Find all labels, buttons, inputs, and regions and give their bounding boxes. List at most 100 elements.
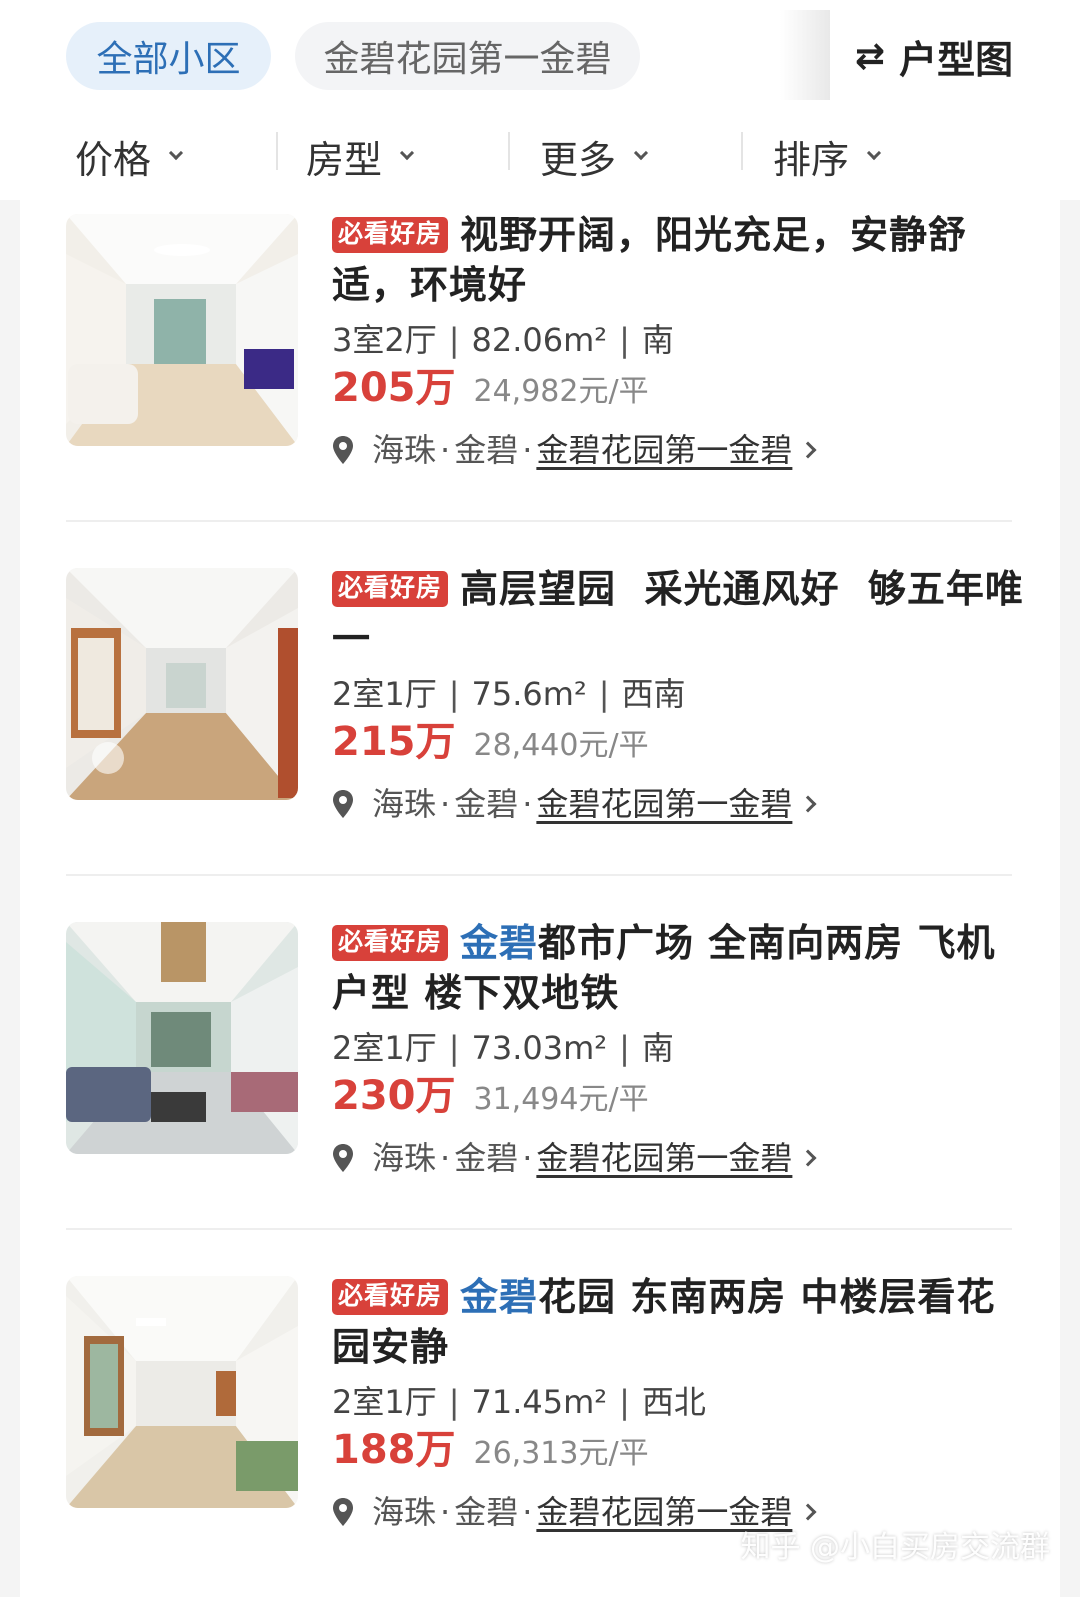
listing-info: 必看好房 金碧花园 东南两房 中楼层看花园安静 2室1厅 | 71.45m² | 西北 1… [332, 1272, 1032, 1536]
filter-price[interactable]: 价格 [75, 128, 184, 184]
title-highlight: 金碧 [460, 1275, 539, 1319]
listing-divider [66, 1228, 1012, 1230]
listing-title: 必看好房 视野开阔，阳光充足，安静舒适，环境好 [332, 210, 1032, 310]
filter-more-label: 更多 [540, 137, 617, 182]
swap-arrows-icon: ⇄ [855, 35, 886, 77]
floor-area: 73.03m² [471, 1029, 608, 1067]
location-row: 海珠 · 金碧 · 金碧花园第一金碧 [332, 780, 1032, 828]
chevron-down-icon [399, 145, 415, 161]
area-name: 金碧 [454, 1493, 519, 1531]
scroll-fade [780, 10, 830, 100]
chevron-down-icon [168, 145, 184, 161]
filter-price-label: 价格 [75, 137, 152, 182]
room-layout: 2室1厅 [332, 1383, 437, 1421]
area-name: 金碧 [454, 785, 519, 823]
listing-info: 必看好房 金碧都市广场 全南向两房 飞机户型 楼下双地铁 2室1厅 | 73.03m²… [332, 918, 1032, 1182]
listing-photo[interactable] [66, 214, 298, 446]
filter-divider [741, 132, 743, 170]
district: 海珠 [372, 785, 437, 823]
location-pin-icon [333, 436, 353, 464]
separator-dot: · [522, 1493, 533, 1531]
chevron-right-icon [799, 441, 817, 459]
floor-area: 75.6m² [471, 675, 587, 713]
spec-divider: | [598, 675, 610, 713]
listing-title: 必看好房 高层望园 采光通风好 够五年唯一 [332, 564, 1032, 664]
district: 海珠 [372, 431, 437, 469]
filter-more[interactable]: 更多 [540, 128, 649, 184]
orientation: 南 [641, 321, 674, 359]
tab-community[interactable]: 金碧花园第一金碧 [295, 22, 640, 90]
tab-all-communities[interactable]: 全部小区 [66, 22, 271, 90]
unit-price: 28,440元/平 [473, 728, 649, 763]
separator-dot: · [440, 785, 451, 823]
listing-specs: 2室1厅 | 71.45m² | 西北 [332, 1380, 1032, 1424]
area-name: 金碧 [454, 1139, 519, 1177]
community-link[interactable]: 金碧花园第一金碧 [536, 1134, 792, 1182]
orientation: 西南 [621, 675, 686, 713]
price-row: 215万 28,440元/平 [332, 718, 1032, 774]
chevron-down-icon [633, 145, 649, 161]
listing-card[interactable]: 必看好房 视野开阔，阳光充足，安静舒适，环境好 3室2厅 | 82.06m² | 南 20… [0, 200, 1080, 548]
listing-divider [66, 874, 1012, 876]
listing-info: 必看好房 视野开阔，阳光充足，安静舒适，环境好 3室2厅 | 82.06m² | 南 20… [332, 210, 1032, 474]
district: 海珠 [372, 1139, 437, 1177]
location-pin-icon [333, 1144, 353, 1172]
spec-divider: | [448, 321, 460, 359]
listing-photo[interactable] [66, 922, 298, 1154]
chevron-down-icon [866, 145, 882, 161]
total-price: 215万 [332, 719, 456, 765]
price-row: 205万 24,982元/平 [332, 364, 1032, 420]
unit-price: 31,494元/平 [473, 1082, 649, 1117]
area-name: 金碧 [454, 431, 519, 469]
floor-plan-button[interactable]: ⇄ 户型图 [855, 22, 1013, 90]
must-see-badge: 必看好房 [332, 217, 449, 253]
spec-divider: | [448, 1383, 460, 1421]
filter-sort[interactable]: 排序 [773, 128, 882, 184]
orientation: 西北 [641, 1383, 706, 1421]
location-pin-icon [333, 790, 353, 818]
separator-dot: · [440, 1493, 451, 1531]
unit-price: 26,313元/平 [473, 1436, 649, 1471]
separator-dot: · [440, 1139, 451, 1177]
listing-specs: 2室1厅 | 75.6m² | 西南 [332, 672, 1032, 716]
total-price: 230万 [332, 1073, 456, 1119]
listing-photo[interactable] [66, 568, 298, 800]
listing-photo[interactable] [66, 1276, 298, 1508]
location-pin-icon [333, 1498, 353, 1526]
filter-sort-label: 排序 [773, 137, 850, 182]
room-layout: 3室2厅 [332, 321, 437, 359]
floor-area: 71.45m² [471, 1383, 608, 1421]
listing-title: 必看好房 金碧都市广场 全南向两房 飞机户型 楼下双地铁 [332, 918, 1032, 1018]
total-price: 188万 [332, 1427, 456, 1473]
title-highlight: 金碧 [460, 921, 539, 965]
floor-plan-label: 户型图 [899, 37, 1014, 82]
spec-divider: | [619, 321, 630, 359]
price-row: 188万 26,313元/平 [332, 1426, 1032, 1482]
listing-specs: 3室2厅 | 82.06m² | 南 [332, 318, 1032, 362]
must-see-badge: 必看好房 [332, 571, 449, 607]
spec-divider: | [619, 1383, 630, 1421]
must-see-badge: 必看好房 [332, 1279, 449, 1315]
listing-card[interactable]: 必看好房 高层望园 采光通风好 够五年唯一 2室1厅 | 75.6m² | 西南 215万… [0, 554, 1080, 902]
room-layout: 2室1厅 [332, 1029, 437, 1067]
filter-room-type[interactable]: 房型 [306, 128, 415, 184]
listing-divider [66, 520, 1012, 522]
chevron-right-icon [799, 1503, 817, 1521]
total-price: 205万 [332, 365, 456, 411]
community-link[interactable]: 金碧花园第一金碧 [536, 426, 792, 474]
separator-dot: · [522, 431, 533, 469]
orientation: 南 [641, 1029, 674, 1067]
price-row: 230万 31,494元/平 [332, 1072, 1032, 1128]
listing-card[interactable]: 必看好房 金碧都市广场 全南向两房 飞机户型 楼下双地铁 2室1厅 | 73.03m²… [0, 908, 1080, 1256]
location-row: 海珠 · 金碧 · 金碧花园第一金碧 [332, 1134, 1032, 1182]
listing-specs: 2室1厅 | 73.03m² | 南 [332, 1026, 1032, 1070]
listing-title: 必看好房 金碧花园 东南两房 中楼层看花园安静 [332, 1272, 1032, 1372]
must-see-badge: 必看好房 [332, 925, 449, 961]
community-link[interactable]: 金碧花园第一金碧 [536, 780, 792, 828]
room-layout: 2室1厅 [332, 675, 437, 713]
separator-dot: · [522, 785, 533, 823]
spec-divider: | [619, 1029, 630, 1067]
listing-info: 必看好房 高层望园 采光通风好 够五年唯一 2室1厅 | 75.6m² | 西南 215万… [332, 564, 1032, 828]
unit-price: 24,982元/平 [473, 374, 649, 409]
top-header: 全部小区 金碧花园第一金碧 ⇄ 户型图 价格 房型 更多 排序 [0, 0, 1080, 200]
